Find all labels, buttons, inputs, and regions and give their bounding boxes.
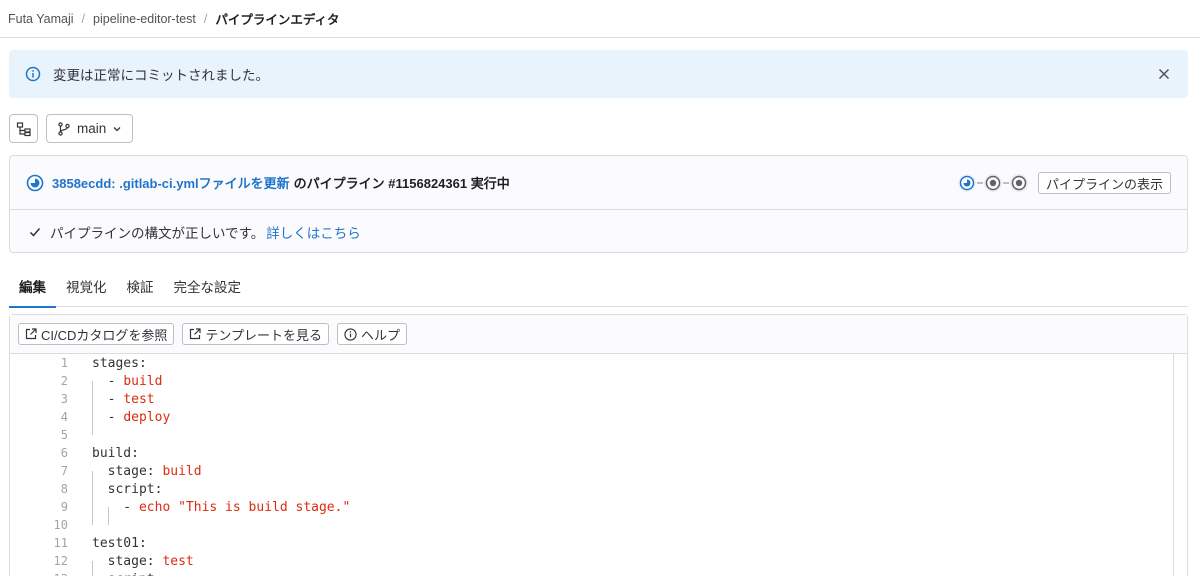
code-key: test01:	[92, 535, 147, 551]
code-line: 13 script:	[10, 570, 1173, 576]
browse-catalog-button[interactable]: CI/CDカタログを参照	[18, 323, 175, 345]
code-value: build	[162, 463, 202, 479]
line-number: 6	[60, 446, 68, 460]
learn-more-link[interactable]: 詳しくはこちら	[266, 222, 361, 242]
code-line: 8 script:	[10, 480, 1173, 498]
code-value: test	[123, 391, 155, 407]
code-line: 4 - deploy	[10, 408, 1173, 426]
code-line: 11 test01:	[10, 534, 1173, 552]
code-line: 9 - echo "This is build stage."	[10, 498, 1173, 516]
pipeline-mini-graph	[957, 173, 1029, 193]
code-key: script:	[92, 481, 163, 497]
external-link-icon	[190, 328, 201, 340]
line-number: 10	[53, 518, 68, 532]
code-key: stages:	[92, 355, 147, 371]
tab-edit[interactable]: 編集	[9, 264, 56, 308]
code-key: build:	[92, 445, 139, 461]
code-line: 1 stages:	[10, 354, 1173, 372]
code-value: deploy	[123, 409, 171, 425]
alert-message: 変更は正常にコミットされました。	[53, 68, 269, 83]
chevron-down-icon	[113, 126, 121, 131]
tab-validate[interactable]: 検証	[117, 264, 164, 307]
code-key: -	[92, 391, 124, 407]
line-number: 12	[53, 554, 68, 568]
code-value: build	[123, 373, 163, 389]
stage-created-icon[interactable]	[983, 173, 1003, 193]
code-value: echo "This is build stage."	[138, 499, 351, 515]
pipeline-status-card: 3858ecdd: .gitlab-ci.ymlファイルを更新 のパイプライン …	[9, 155, 1188, 253]
line-number: 2	[60, 374, 68, 388]
line-number: 9	[60, 500, 68, 514]
line-number: 5	[60, 428, 68, 442]
status-running-icon	[26, 174, 44, 191]
commit-link[interactable]: 3858ecdd: .gitlab-ci.ymlファイルを更新	[52, 173, 290, 192]
code-line: 5	[10, 426, 1173, 444]
branch-icon	[58, 121, 70, 136]
branch-selector[interactable]: main	[46, 114, 133, 143]
line-number: 8	[60, 482, 68, 496]
stage-created-icon[interactable]	[1009, 173, 1029, 193]
tab-visualize[interactable]: 視覚化	[56, 264, 117, 307]
breadcrumb: Futa Yamaji / pipeline-editor-test / パイプ…	[0, 0, 1200, 38]
branch-name: main	[77, 121, 107, 136]
code-key: -	[92, 409, 124, 425]
editor-toolbar: CI/CDカタログを参照 テンプレートを見る ヘルプ	[10, 315, 1187, 354]
check-icon	[29, 227, 41, 237]
info-icon	[25, 66, 41, 82]
code-key: -	[92, 373, 124, 389]
breadcrumb-project[interactable]: pipeline-editor-test	[93, 12, 196, 26]
help-label: ヘルプ	[361, 327, 401, 343]
external-link-icon	[25, 328, 37, 340]
breadcrumb-separator: /	[81, 11, 86, 26]
code-key: -	[92, 499, 139, 515]
line-number: 13	[10, 572, 68, 576]
pipeline-status-row: 3858ecdd: .gitlab-ci.ymlファイルを更新 のパイプライン …	[10, 156, 1187, 210]
code-editor: CI/CDカタログを参照 テンプレートを見る ヘルプ 1 stages: 2 -…	[9, 314, 1188, 576]
code-line: 10	[10, 516, 1173, 534]
code-line: 3 - test	[10, 390, 1173, 408]
pipeline-status-text: のパイプライン #1156824361 実行中	[293, 176, 510, 191]
browse-catalog-label: CI/CDカタログを参照	[41, 327, 168, 343]
file-tree-icon	[16, 121, 31, 136]
line-number: 1	[60, 356, 68, 370]
line-number: 11	[53, 536, 68, 550]
editor-scrollbar[interactable]	[1173, 354, 1187, 576]
code-line: 7 stage: build	[10, 462, 1173, 480]
close-icon[interactable]	[1154, 64, 1174, 84]
code-line: 6 build:	[10, 444, 1173, 462]
file-tree-toggle-button[interactable]	[9, 114, 38, 143]
help-button[interactable]: ヘルプ	[337, 323, 408, 345]
breadcrumb-current-page: パイプラインエディタ	[215, 13, 340, 27]
breadcrumb-separator: /	[203, 11, 208, 26]
browse-templates-label: テンプレートを見る	[205, 327, 323, 343]
code-area[interactable]: 1 stages: 2 - build 3 - test 4 - deploy …	[10, 354, 1173, 576]
line-number: 7	[60, 464, 68, 478]
validation-row: パイプラインの構文が正しいです。 詳しくはこちら	[10, 210, 1187, 253]
line-number: 3	[60, 392, 68, 406]
stage-running-icon[interactable]	[957, 173, 977, 193]
browse-templates-button[interactable]: テンプレートを見る	[182, 323, 330, 345]
code-key: script:	[92, 572, 163, 576]
breadcrumb-user[interactable]: Futa Yamaji	[8, 12, 74, 26]
code-line: 2 - build	[10, 372, 1173, 390]
code-value: test	[162, 553, 194, 569]
code-line: 12 stage: test	[10, 552, 1173, 570]
view-pipeline-button[interactable]: パイプラインの表示	[1037, 172, 1171, 194]
info-icon	[344, 327, 357, 341]
code-key: stage:	[92, 463, 163, 479]
success-alert: 変更は正常にコミットされました。	[9, 50, 1188, 98]
editor-tabs: 編集 視覚化 検証 完全な設定	[9, 264, 1188, 308]
validation-message: パイプラインの構文が正しいです。	[50, 225, 265, 241]
tab-full-config[interactable]: 完全な設定	[164, 264, 252, 307]
line-number: 4	[60, 410, 68, 424]
code-key: stage:	[92, 553, 163, 569]
